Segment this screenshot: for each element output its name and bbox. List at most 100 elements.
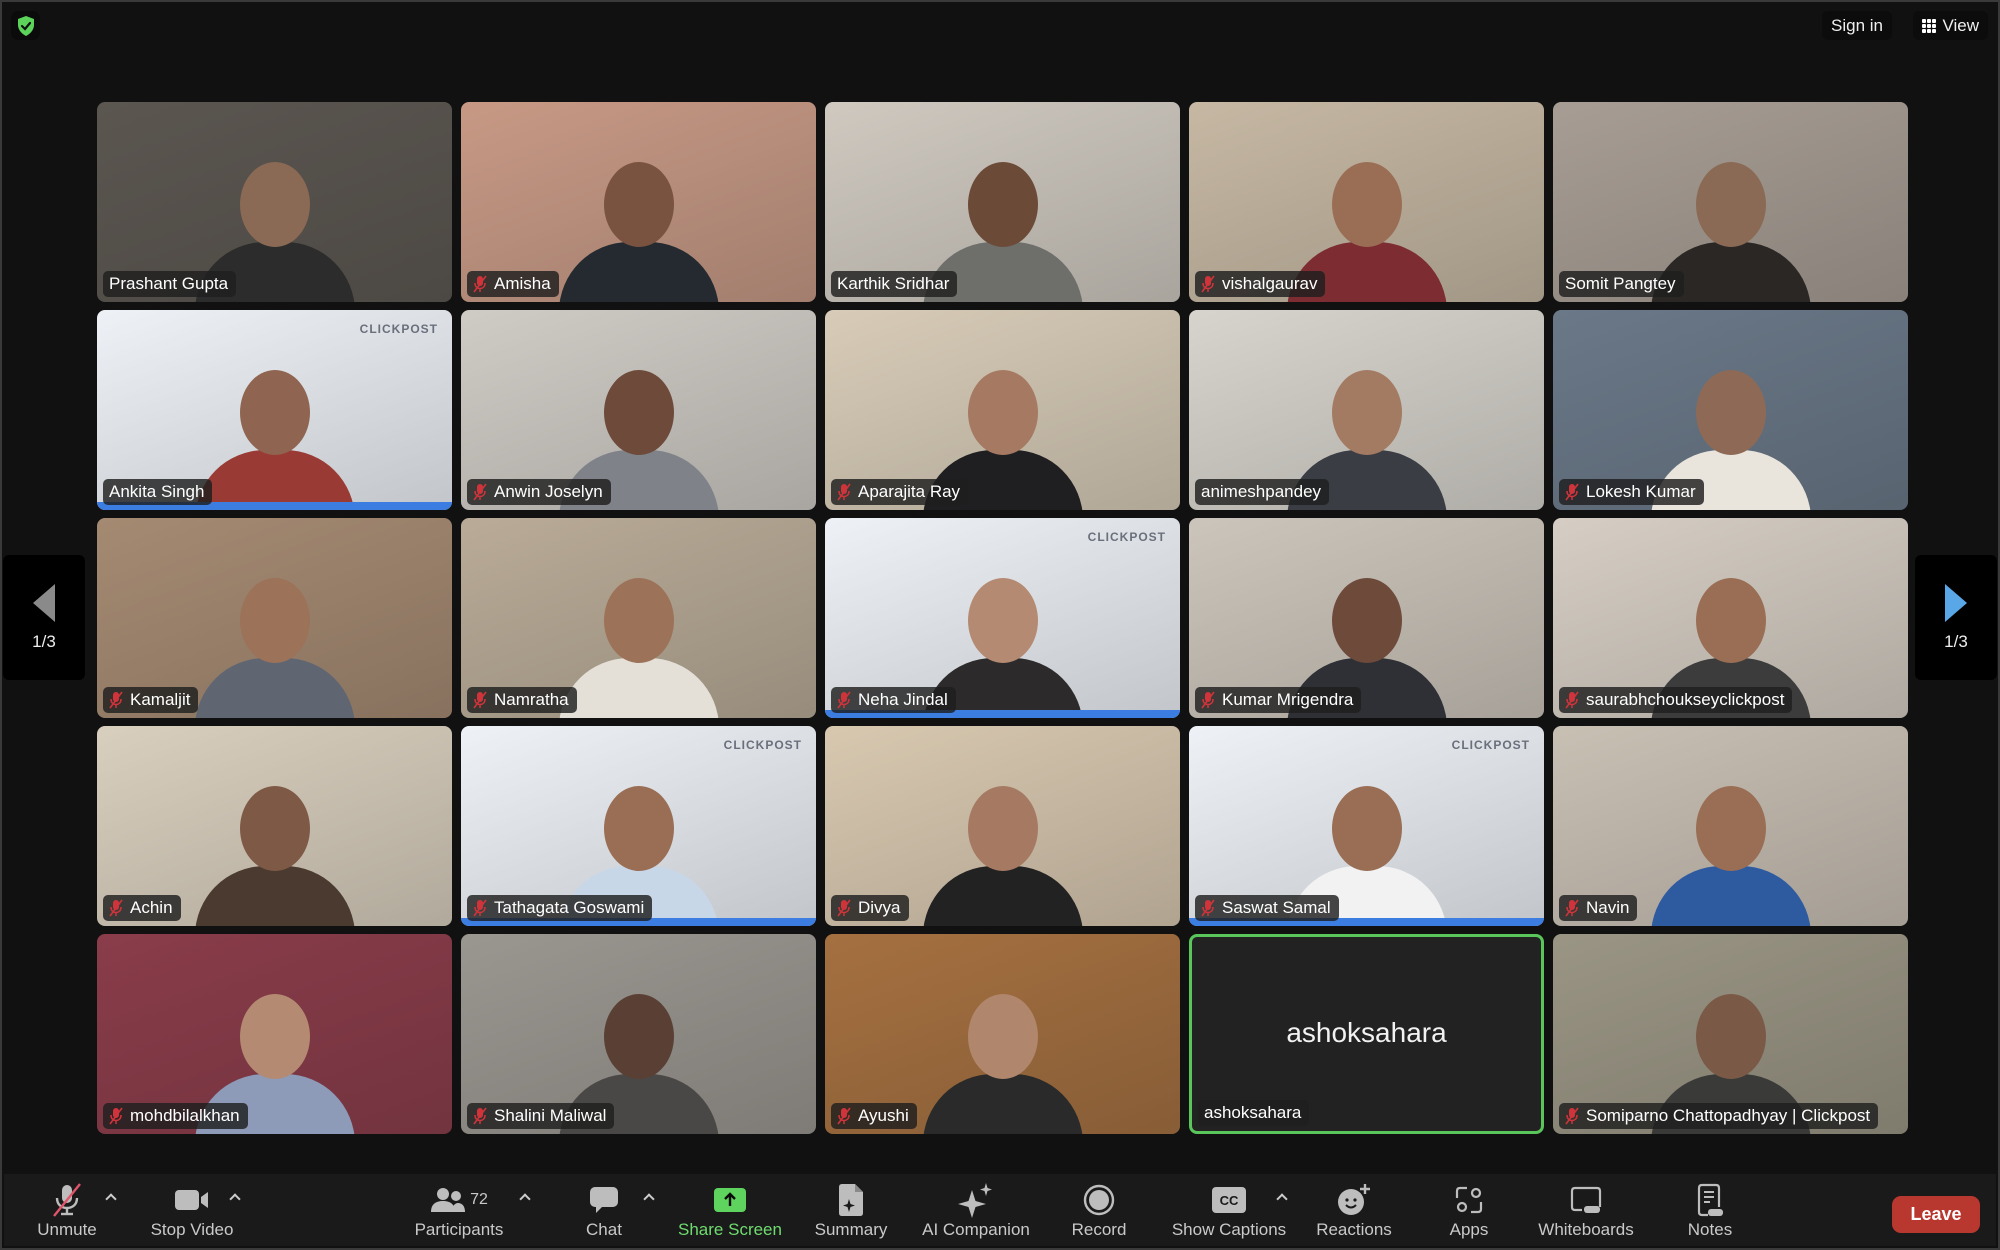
participant-tile[interactable]: CLICKPOST Saswat Samal: [1189, 726, 1544, 926]
participant-tile[interactable]: ashoksahara ashoksahara: [1189, 934, 1544, 1134]
participant-name-tag: Saswat Samal: [1195, 895, 1339, 921]
participant-tile[interactable]: CLICKPOST Neha Jindal: [825, 518, 1180, 718]
clickpost-logo: CLICKPOST: [723, 738, 802, 752]
captions-badge: CC: [1212, 1187, 1246, 1213]
participant-tile[interactable]: animeshpandey: [1189, 310, 1544, 510]
microphone-muted-icon: [1201, 275, 1215, 293]
reactions-button[interactable]: Reactions: [1309, 1174, 1399, 1246]
participant-tile[interactable]: mohdbilalkhan: [97, 934, 452, 1134]
participant-tile[interactable]: Kumar Mrigendra: [1189, 518, 1544, 718]
participant-name-tag: Lokesh Kumar: [1559, 479, 1704, 505]
participant-tile[interactable]: saurabhchoukseyclickpost: [1553, 518, 1908, 718]
participant-name-tag: Ankita Singh: [103, 479, 213, 505]
share-screen-icon: [713, 1180, 747, 1220]
microphone-muted-icon: [109, 1107, 123, 1125]
participant-tile[interactable]: Somiparno Chattopadhyay | Clickpost: [1553, 934, 1908, 1134]
participant-name: vishalgaurav: [1222, 274, 1318, 293]
next-page-button[interactable]: 1/3: [1915, 555, 1997, 680]
show-captions-button[interactable]: CC Show Captions: [1168, 1174, 1290, 1246]
participant-name-tag: Somiparno Chattopadhyay | Clickpost: [1559, 1103, 1879, 1129]
participant-tile[interactable]: CLICKPOST Tathagata Goswami: [461, 726, 816, 926]
participant-tile[interactable]: Anwin Joselyn: [461, 310, 816, 510]
participant-tile[interactable]: Lokesh Kumar: [1553, 310, 1908, 510]
participant-name-tag: mohdbilalkhan: [103, 1103, 248, 1129]
summary-document-icon: [837, 1180, 865, 1220]
whiteboards-label: Whiteboards: [1538, 1220, 1634, 1239]
participant-tile[interactable]: Somit Pangtey: [1553, 102, 1908, 302]
participant-tile[interactable]: vishalgaurav: [1189, 102, 1544, 302]
participant-tile[interactable]: Shalini Maliwal: [461, 934, 816, 1134]
page-indicator: 1/3: [32, 631, 56, 651]
whiteboards-button[interactable]: Whiteboards: [1532, 1174, 1640, 1246]
participant-tile[interactable]: Aparajita Ray: [825, 310, 1180, 510]
participant-name-tag: Karthik Sridhar: [831, 271, 958, 297]
participant-tile[interactable]: Prashant Gupta: [97, 102, 452, 302]
share-screen-label: Share Screen: [678, 1220, 782, 1239]
participant-name-tag: vishalgaurav: [1195, 271, 1326, 297]
participant-name-tag: Aparajita Ray: [831, 479, 969, 505]
ai-companion-button[interactable]: AI Companion: [916, 1174, 1036, 1246]
participant-tile[interactable]: Navin: [1553, 726, 1908, 926]
microphone-muted-icon: [473, 899, 487, 917]
record-icon: [1083, 1180, 1115, 1220]
participant-name: Prashant Gupta: [109, 274, 229, 293]
triangle-right-icon: [1945, 583, 1967, 622]
page-indicator: 1/3: [1944, 631, 1968, 651]
clickpost-logo: CLICKPOST: [1087, 530, 1166, 544]
leave-button[interactable]: Leave: [1892, 1196, 1980, 1233]
participant-name-tag: ashoksahara: [1198, 1100, 1310, 1126]
chat-options-caret[interactable]: [644, 1192, 654, 1202]
show-captions-label: Show Captions: [1171, 1220, 1287, 1239]
video-options-caret[interactable]: [230, 1192, 240, 1202]
apps-icon: [1455, 1180, 1483, 1220]
participant-name: animeshpandey: [1201, 482, 1322, 501]
microphone-muted-icon: [1565, 1107, 1579, 1125]
shield-check-icon[interactable]: [11, 11, 40, 40]
grid-icon: [1922, 18, 1937, 33]
closed-captions-icon: CC: [1212, 1180, 1246, 1220]
participant-name-tag: Divya: [831, 895, 909, 921]
meeting-toolbar: Unmute Stop Video 72 Participants Chat S…: [4, 1174, 1996, 1246]
summary-button[interactable]: Summary: [810, 1174, 892, 1246]
participant-tile[interactable]: Namratha: [461, 518, 816, 718]
participant-video-feed: [922, 786, 1083, 926]
participant-tile[interactable]: Amisha: [461, 102, 816, 302]
record-button[interactable]: Record: [1064, 1174, 1134, 1246]
participant-name: Divya: [858, 898, 901, 917]
participant-name-tag: Achin: [103, 895, 181, 921]
microphone-muted-icon: [109, 691, 123, 709]
participant-tile[interactable]: Achin: [97, 726, 452, 926]
microphone-muted-icon: [1565, 483, 1579, 501]
participant-tile[interactable]: Kamaljit: [97, 518, 452, 718]
stop-video-button[interactable]: Stop Video: [142, 1174, 242, 1246]
record-label: Record: [1071, 1220, 1127, 1239]
sign-in-button[interactable]: Sign in: [1822, 11, 1892, 40]
participant-tile[interactable]: Divya: [825, 726, 1180, 926]
participants-options-caret[interactable]: [520, 1192, 530, 1202]
participants-button[interactable]: 72 Participants: [409, 1174, 509, 1246]
apps-button[interactable]: Apps: [1424, 1174, 1514, 1246]
microphone-muted-icon: [473, 275, 487, 293]
participant-name: Kumar Mrigendra: [1222, 690, 1354, 709]
participant-name: Achin: [130, 898, 173, 917]
microphone-muted-icon: [473, 483, 487, 501]
view-button[interactable]: View: [1913, 11, 1988, 40]
participant-tile[interactable]: CLICKPOST Ankita Singh: [97, 310, 452, 510]
participant-name: Karthik Sridhar: [837, 274, 950, 293]
captions-options-caret[interactable]: [1277, 1192, 1287, 1202]
ai-sparkle-icon: [958, 1180, 994, 1220]
audio-options-caret[interactable]: [106, 1192, 116, 1202]
previous-page-button[interactable]: 1/3: [3, 555, 85, 680]
participant-tile[interactable]: Karthik Sridhar: [825, 102, 1180, 302]
chat-button[interactable]: Chat: [574, 1174, 634, 1246]
notes-button[interactable]: Notes: [1676, 1174, 1744, 1246]
participant-name: Somit Pangtey: [1565, 274, 1676, 293]
participant-video-feed: [558, 162, 719, 302]
participant-name-tag: Anwin Joselyn: [467, 479, 611, 505]
share-screen-button[interactable]: Share Screen: [672, 1174, 788, 1246]
microphone-muted-icon: [109, 899, 123, 917]
chat-label: Chat: [586, 1220, 622, 1239]
unmute-button[interactable]: Unmute: [24, 1174, 110, 1246]
participant-tile[interactable]: Ayushi: [825, 934, 1180, 1134]
unmute-label: Unmute: [37, 1220, 97, 1239]
